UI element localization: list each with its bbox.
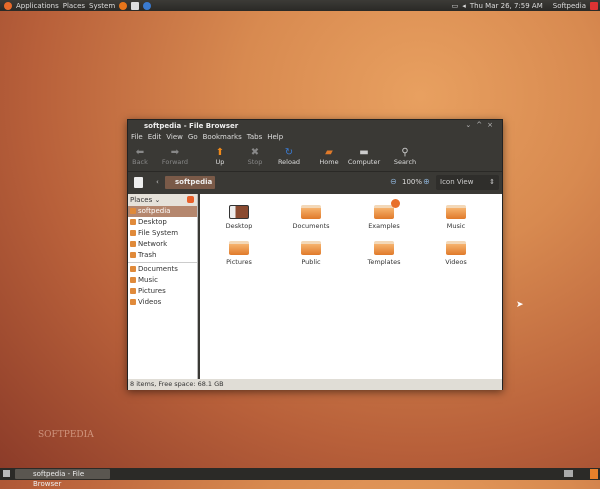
folder-icon [301, 241, 321, 255]
folder-icon [374, 241, 394, 255]
sidebar-item-pictures[interactable]: Pictures [128, 286, 197, 297]
home-icon: ▰ [325, 147, 333, 158]
computer-icon: ▬ [359, 147, 369, 158]
select-arrows-icon: ⇕ [489, 178, 495, 186]
sidebar-item-network[interactable]: Network [128, 239, 197, 250]
file-item-public[interactable]: Public [281, 241, 341, 266]
reload-icon: ↻ [284, 147, 294, 158]
menu-bookmarks[interactable]: Bookmarks [203, 132, 242, 143]
view-select[interactable]: Icon View ⇕ [436, 175, 499, 190]
stop-button[interactable]: ✖ Stop [238, 147, 272, 166]
toolbar: ⬅ Back ➡ Forward ⬆ Up ✖ Stop ↻ Reload ▰ Home ▬… [128, 143, 502, 171]
firefox-icon[interactable] [119, 1, 128, 10]
menu-tabs[interactable]: Tabs [247, 132, 263, 143]
menu-edit[interactable]: Edit [148, 132, 162, 143]
bottom-panel: softpedia - File Browser [0, 468, 600, 488]
taskbar-item-file-browser[interactable]: softpedia - File Browser [15, 469, 110, 488]
sidebar-item-softpedia[interactable]: softpedia [128, 206, 197, 217]
menu-applications[interactable]: Applications [16, 2, 59, 10]
sidebar-divider [128, 262, 197, 263]
window-title: softpedia - File Browser [144, 122, 239, 130]
trash-icon[interactable] [590, 469, 598, 479]
up-arrow-icon: ⬆ [215, 147, 225, 158]
reload-button[interactable]: ↻ Reload [272, 147, 306, 166]
zoom-in-icon[interactable]: ⊕ [423, 177, 430, 186]
close-sidebar-icon[interactable] [187, 196, 194, 203]
sidebar-item-file-system[interactable]: File System [128, 228, 197, 239]
sidebar: Places ⌄ softpedia Desktop File System N… [128, 194, 198, 379]
sidebar-item-trash[interactable]: Trash [128, 250, 197, 261]
clock[interactable]: Thu Mar 26, 7:59 AM [470, 2, 543, 10]
close-button[interactable]: × [487, 121, 498, 129]
file-item-examples[interactable]: Examples [354, 199, 414, 230]
file-item-documents[interactable]: Documents [281, 205, 341, 230]
file-item-templates[interactable]: Templates [354, 241, 414, 266]
location-bar: ‹ softpedia ⊖ 100% ⊕ Icon View ⇕ [128, 171, 502, 194]
network-icon[interactable]: ▭ [452, 2, 459, 10]
forward-arrow-icon: ➡ [170, 147, 180, 158]
menu-bar: File Edit View Go Bookmarks Tabs Help [128, 132, 502, 143]
file-view: Desktop Documents Examples Music Picture… [200, 194, 502, 379]
sidebar-item-music[interactable]: Music [128, 275, 197, 286]
folder-icon [374, 199, 400, 219]
search-icon: ⚲ [401, 147, 409, 158]
sidebar-header[interactable]: Places ⌄ [128, 194, 197, 206]
ubuntu-logo-icon[interactable] [4, 1, 12, 10]
sidebar-item-desktop[interactable]: Desktop [128, 217, 197, 228]
forward-button[interactable]: ➡ Forward [158, 147, 192, 166]
sidebar-item-videos[interactable]: Videos [128, 297, 197, 308]
menu-file[interactable]: File [131, 132, 143, 143]
file-item-videos[interactable]: Videos [426, 241, 486, 266]
breadcrumb-left-button[interactable]: ‹ [156, 178, 159, 186]
location-toggle-icon[interactable] [134, 177, 143, 188]
computer-button[interactable]: ▬ Computer [347, 147, 381, 166]
minimize-button[interactable]: ⌄ [465, 121, 476, 129]
file-item-pictures[interactable]: Pictures [209, 241, 269, 266]
file-item-desktop[interactable]: Desktop [209, 205, 269, 230]
folder-icon [446, 241, 466, 255]
back-button[interactable]: ⬅ Back [123, 147, 157, 166]
home-button[interactable]: ▰ Home [312, 147, 346, 166]
zoom-level[interactable]: 100% [402, 178, 422, 186]
status-bar: 8 items, Free space: 68.1 GB [128, 379, 502, 390]
lock-emblem-icon [391, 199, 400, 208]
back-arrow-icon: ⬅ [135, 147, 145, 158]
folder-icon [446, 205, 466, 219]
workspace-switcher-icon[interactable] [564, 470, 573, 477]
shutdown-icon[interactable] [590, 1, 598, 10]
up-button[interactable]: ⬆ Up [203, 147, 237, 166]
menu-help[interactable]: Help [267, 132, 283, 143]
sidebar-item-documents[interactable]: Documents [128, 264, 197, 275]
show-desktop-icon[interactable] [3, 470, 10, 477]
help-icon[interactable] [143, 1, 152, 10]
stop-icon: ✖ [250, 147, 260, 158]
user-menu[interactable]: Softpedia [553, 2, 586, 10]
menu-places[interactable]: Places [63, 2, 85, 10]
mail-icon[interactable] [131, 1, 140, 10]
file-item-music[interactable]: Music [426, 205, 486, 230]
desktop-icon [229, 205, 249, 219]
menu-go[interactable]: Go [188, 132, 198, 143]
search-button[interactable]: ⚲ Search [388, 147, 422, 166]
maximize-button[interactable]: ^ [476, 121, 487, 129]
breadcrumb-softpedia[interactable]: softpedia [165, 176, 216, 189]
top-panel: Applications Places System ▭ ◂ Thu Mar 2… [0, 0, 600, 11]
folder-icon [229, 241, 249, 255]
menu-system[interactable]: System [89, 2, 115, 10]
file-browser-window: softpedia - File Browser ⌄^× File Edit V… [127, 119, 503, 390]
watermark: SOFTPEDIA [38, 430, 94, 440]
mouse-cursor-icon: ➤ [516, 300, 524, 310]
folder-icon [301, 205, 321, 219]
menu-view[interactable]: View [166, 132, 183, 143]
zoom-out-icon[interactable]: ⊖ [390, 177, 397, 186]
volume-icon[interactable]: ◂ [462, 2, 466, 10]
